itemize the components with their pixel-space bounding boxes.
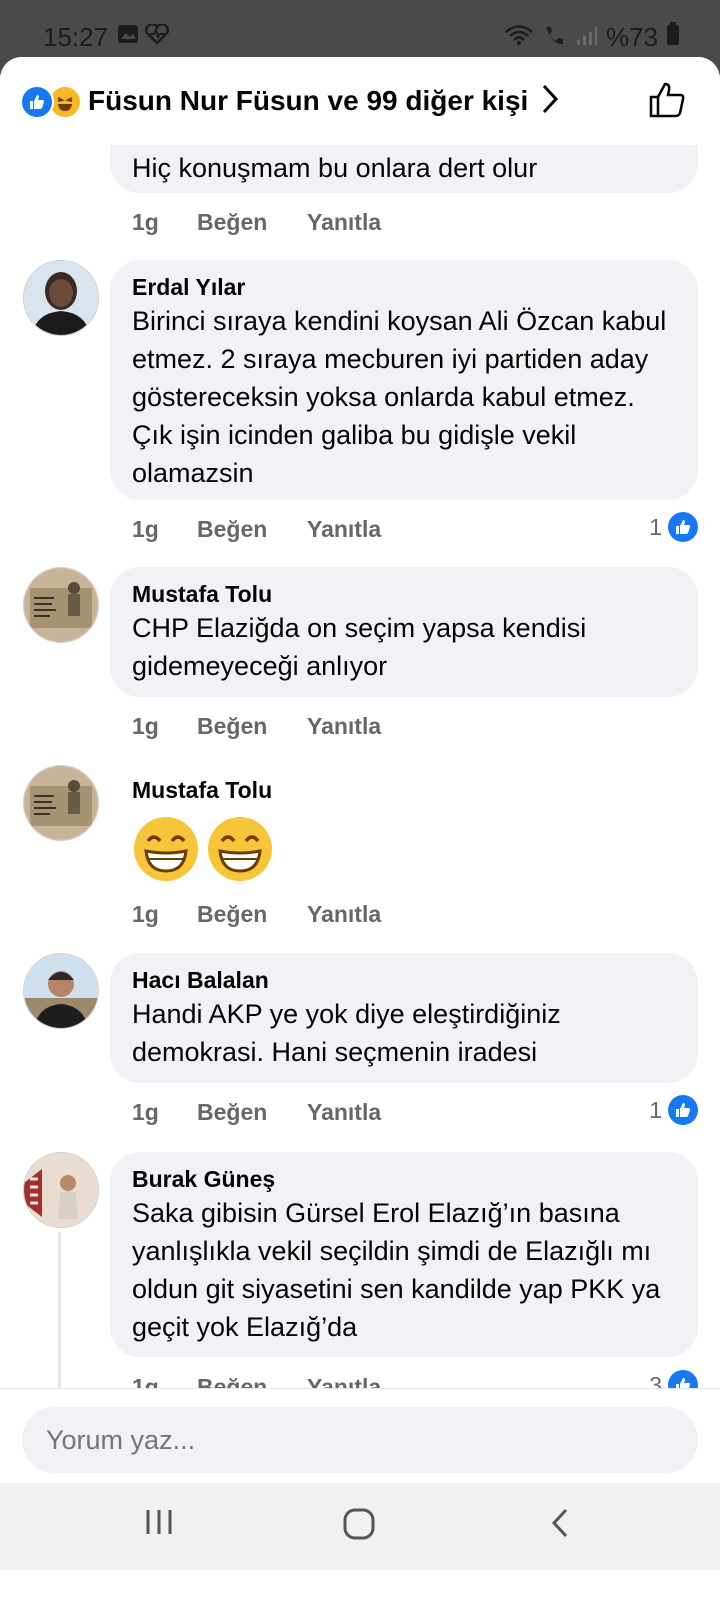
reaction-icons <box>20 85 82 119</box>
avatar[interactable] <box>23 1152 99 1228</box>
like-link[interactable]: Beğen <box>197 209 307 239</box>
comment-bubble[interactable]: Hiç konuşmam bu onlara dert olur <box>110 145 698 193</box>
comment-list: Hiç konuşmam bu onlara dert olur 1g Beğe… <box>0 145 720 1475</box>
comment-text: Hiç konuşmam bu onlara dert olur <box>132 153 538 183</box>
comment-text: Handi AKP ye yok diye eleştirdiğiniz dem… <box>132 999 561 1067</box>
comment-bubble[interactable]: Mustafa Tolu CHP Elaziğda on seçim yapsa… <box>110 567 698 697</box>
comment-actions: 1g Beğen Yanıtla <box>132 209 427 239</box>
home-icon[interactable] <box>342 1507 376 1546</box>
grinning-emoji-icon <box>132 815 200 888</box>
back-icon[interactable] <box>550 1507 570 1544</box>
reply-link[interactable]: Yanıtla <box>307 1099 427 1129</box>
thumbs-up-icon[interactable] <box>648 81 686 124</box>
gallery-icon <box>117 24 139 49</box>
comment-actions: 1g Beğen Yanıtla <box>132 516 427 546</box>
status-time: 15:27 <box>43 22 109 52</box>
reactions-header[interactable]: Füsun Nur Füsun ve 99 diğer kişi <box>0 57 720 145</box>
comment-text: Birinci sıraya kendini koysan Ali Özcan … <box>132 306 667 488</box>
comments-sheet: Füsun Nur Füsun ve 99 diğer kişi Hiç kon… <box>0 57 720 1600</box>
avatar[interactable] <box>23 765 99 841</box>
comment-text: CHP Elaziğda on seçim yapsa kendisi gide… <box>132 613 587 681</box>
comment-bubble[interactable]: Burak Güneş Saka gibisin Gürsel Erol Ela… <box>110 1152 698 1357</box>
like-link[interactable]: Beğen <box>197 901 307 931</box>
comment-author[interactable]: Erdal Yılar <box>132 272 676 302</box>
battery-text: %73 <box>605 22 658 52</box>
comment-author[interactable]: Mustafa Tolu <box>132 579 676 609</box>
reactors-summary[interactable]: Füsun Nur Füsun ve 99 diğer kişi <box>88 85 528 117</box>
wifi-icon <box>504 22 534 53</box>
like-count-number: 1 <box>649 513 662 540</box>
comment-bubble[interactable]: Hacı Balalan Handi AKP ye yok diye eleşt… <box>110 953 698 1083</box>
like-link[interactable]: Beğen <box>197 1099 307 1129</box>
emoji-comment: 😁😁 <box>132 815 274 888</box>
system-nav-bar <box>0 1483 720 1570</box>
comment-actions: 1g Beğen Yanıtla <box>132 901 427 931</box>
grinning-emoji-icon <box>206 815 274 888</box>
comment-composer <box>0 1388 720 1484</box>
like-reaction-icon <box>668 1095 698 1125</box>
avatar[interactable] <box>23 953 99 1029</box>
reply-link[interactable]: Yanıtla <box>307 209 427 239</box>
like-count-number: 1 <box>649 1096 662 1123</box>
like-reaction-icon <box>20 85 54 119</box>
recent-apps-icon[interactable] <box>144 1507 174 1542</box>
status-bar: 15:27 %73 <box>0 0 720 60</box>
health-icon <box>144 22 170 49</box>
comment-time: 1g <box>132 516 159 542</box>
comment-time: 1g <box>132 901 159 927</box>
like-count[interactable]: 1 <box>649 512 698 542</box>
like-link[interactable]: Beğen <box>197 713 307 743</box>
battery-icon <box>666 22 680 53</box>
avatar[interactable] <box>23 260 99 336</box>
like-count[interactable]: 1 <box>649 1095 698 1125</box>
comment-text: Saka gibisin Gürsel Erol Elazığ’ın basın… <box>132 1198 661 1342</box>
comment-bubble[interactable]: Erdal Yılar Birinci sıraya kendini koysa… <box>110 260 698 500</box>
like-link[interactable]: Beğen <box>197 516 307 546</box>
reply-link[interactable]: Yanıtla <box>307 901 427 931</box>
reply-link[interactable]: Yanıtla <box>307 516 427 546</box>
call-icon <box>542 22 568 53</box>
signal-icon <box>576 22 598 53</box>
comment-author[interactable]: Mustafa Tolu <box>132 775 274 805</box>
comment-author[interactable]: Burak Güneş <box>132 1164 676 1194</box>
comment-author[interactable]: Hacı Balalan <box>132 965 676 995</box>
comment-actions: 1g Beğen Yanıtla <box>132 1099 427 1129</box>
comment-time: 1g <box>132 713 159 739</box>
reply-link[interactable]: Yanıtla <box>307 713 427 743</box>
like-reaction-icon <box>668 512 698 542</box>
comment-input[interactable] <box>22 1407 698 1473</box>
avatar[interactable] <box>23 567 99 643</box>
chevron-right-icon[interactable] <box>540 83 560 120</box>
comment-actions: 1g Beğen Yanıtla <box>132 713 427 743</box>
comment-time: 1g <box>132 1099 159 1125</box>
comment-time: 1g <box>132 209 159 235</box>
